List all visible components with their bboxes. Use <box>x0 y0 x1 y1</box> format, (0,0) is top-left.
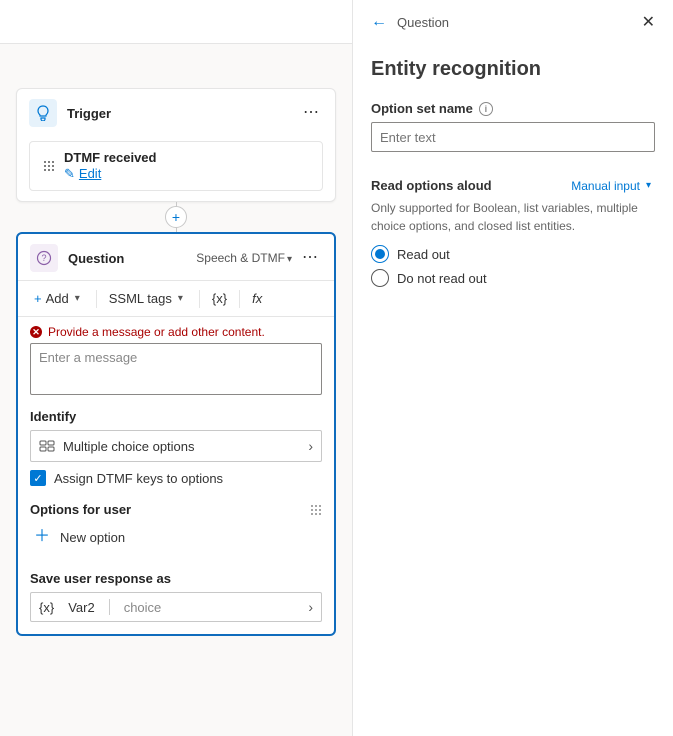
options-label: Options for user <box>30 502 131 517</box>
chevron-right-icon: › <box>308 438 313 454</box>
drag-handle-icon[interactable] <box>40 150 58 182</box>
message-input[interactable]: Enter a message <box>30 343 322 395</box>
read-aloud-label: Read options aloud <box>371 178 492 193</box>
chevron-right-icon: › <box>308 599 313 615</box>
question-more-button[interactable]: ⋯ <box>298 250 322 266</box>
radio-read-out[interactable]: Read out <box>371 245 655 263</box>
properties-panel: ← Question ✕ Entity recognition Option s… <box>353 0 673 736</box>
trigger-event-title: DTMF received <box>64 150 312 165</box>
close-button[interactable]: ✕ <box>642 12 655 32</box>
flow-canvas: Trigger ⋯ DTMF received ✎Edit + <box>0 0 353 736</box>
error-icon: ✕ <box>30 326 42 338</box>
insert-variable-button[interactable]: {x} <box>206 287 233 310</box>
identify-label: Identify <box>18 405 334 430</box>
checkbox-icon: ✓ <box>30 470 46 486</box>
assign-dtmf-checkbox[interactable]: ✓ Assign DTMF keys to options <box>18 470 334 496</box>
variable-icon: {x} <box>39 600 54 615</box>
add-button[interactable]: +Add▾ <box>28 287 90 310</box>
edit-trigger-link[interactable]: ✎Edit <box>64 166 101 181</box>
add-node-button[interactable]: + <box>165 206 187 228</box>
back-button[interactable]: ← <box>371 13 387 31</box>
question-icon: ? <box>30 244 58 272</box>
flow-connector: + <box>176 202 177 232</box>
radio-icon <box>371 269 389 287</box>
radio-do-not-read[interactable]: Do not read out <box>371 269 655 287</box>
info-icon[interactable]: i <box>479 102 493 116</box>
plus-icon: ＋ <box>34 529 50 545</box>
save-as-label: Save user response as <box>18 567 334 592</box>
question-title: Question <box>68 251 196 266</box>
manual-input-link[interactable]: Manual input▾ <box>571 179 655 193</box>
trigger-title: Trigger <box>67 106 299 121</box>
svg-text:?: ? <box>41 253 46 263</box>
option-set-label: Option set name i <box>371 101 655 116</box>
error-message: ✕ Provide a message or add other content… <box>18 317 334 343</box>
canvas-toolbar <box>0 0 352 44</box>
option-set-input[interactable] <box>371 122 655 152</box>
ssml-tags-button[interactable]: SSML tags▾ <box>103 287 193 310</box>
panel-breadcrumb: Question <box>397 15 642 30</box>
save-variable-picker[interactable]: {x} Var2 choice › <box>30 592 322 622</box>
read-aloud-hint: Only supported for Boolean, list variabl… <box>371 199 655 235</box>
identify-picker[interactable]: Multiple choice options › <box>30 430 322 462</box>
trigger-icon <box>29 99 57 127</box>
message-toolbar: +Add▾ SSML tags▾ {x} fx <box>18 280 334 317</box>
trigger-more-button[interactable]: ⋯ <box>299 105 323 121</box>
radio-icon <box>371 245 389 263</box>
new-option-button[interactable]: ＋ New option <box>18 523 334 551</box>
trigger-event-card[interactable]: DTMF received ✎Edit <box>29 141 323 191</box>
question-type-dropdown[interactable]: Speech & DTMF▾ <box>196 251 296 265</box>
panel-heading: Entity recognition <box>371 58 655 81</box>
trigger-card[interactable]: Trigger ⋯ DTMF received ✎Edit <box>16 88 336 202</box>
reorder-icon[interactable] <box>310 504 322 516</box>
pencil-icon: ✎ <box>64 166 75 181</box>
entity-icon <box>39 438 55 454</box>
formula-button[interactable]: fx <box>246 287 268 310</box>
question-card[interactable]: ? Question Speech & DTMF▾ ⋯ +Add▾ SSML t… <box>16 232 336 636</box>
